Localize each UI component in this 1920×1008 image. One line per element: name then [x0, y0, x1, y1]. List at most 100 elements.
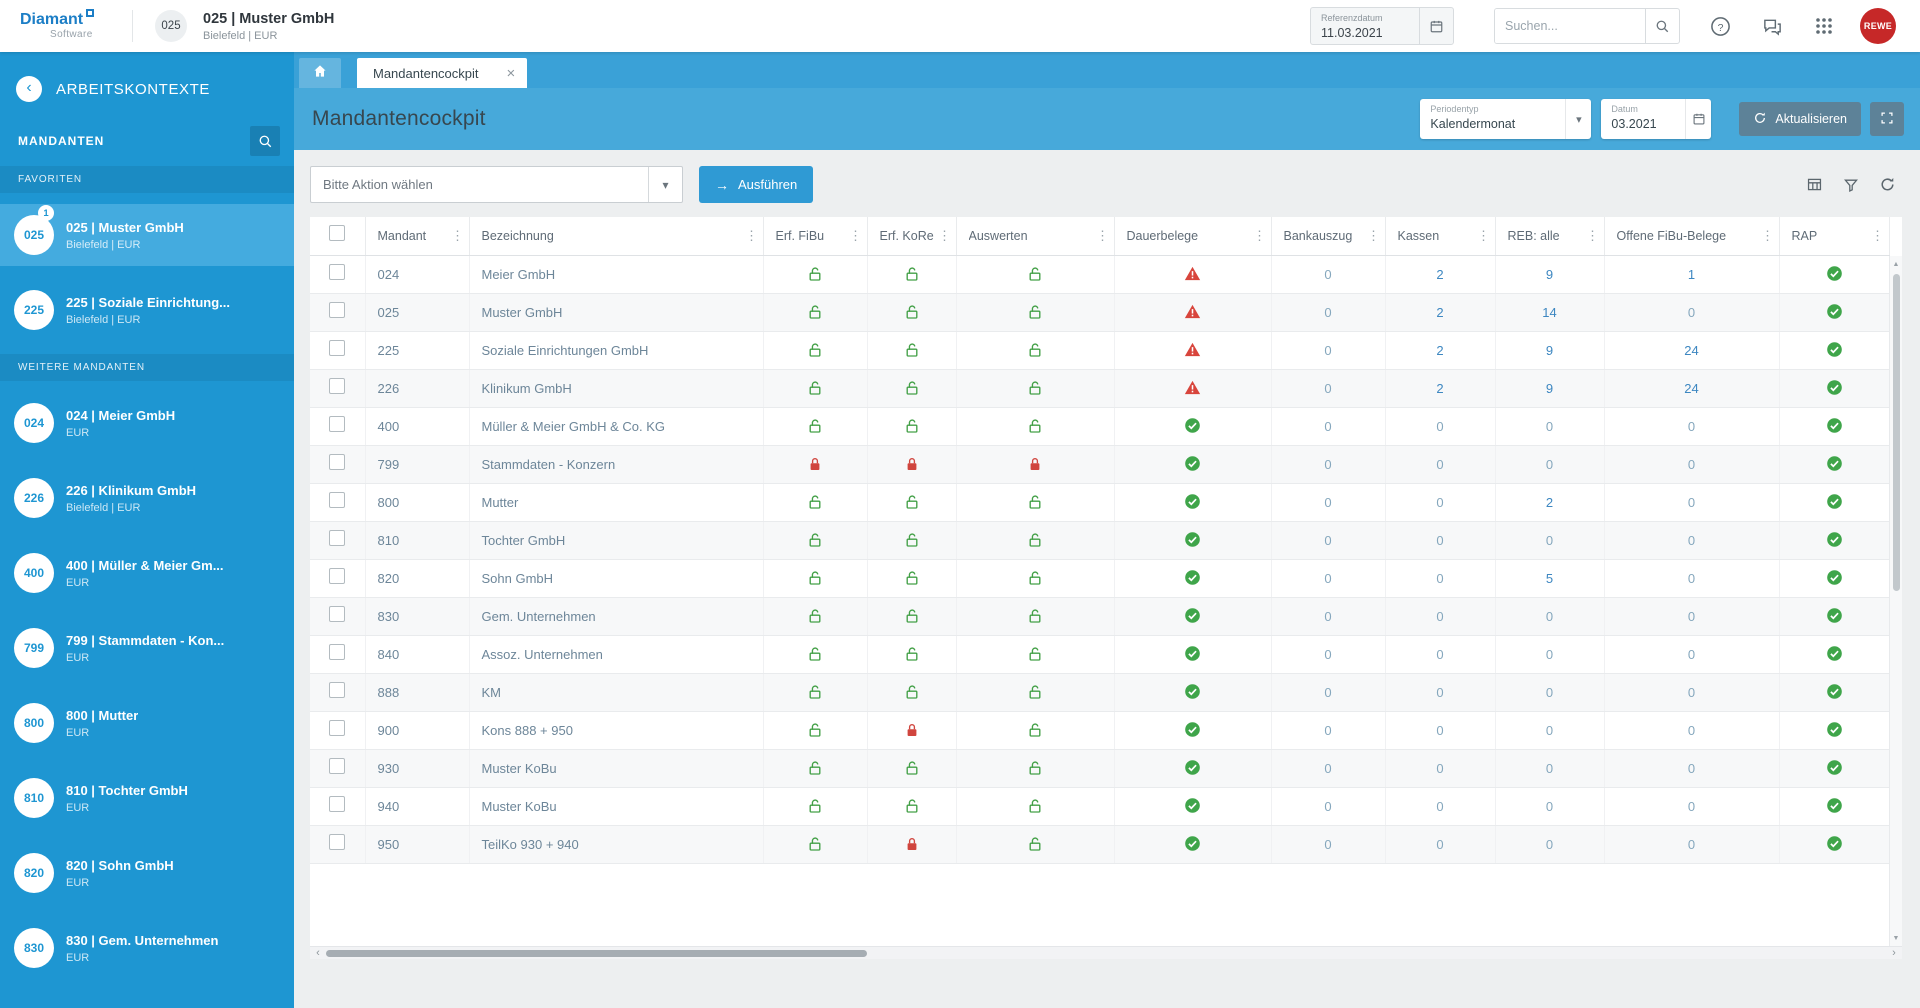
row-checkbox[interactable]: [329, 795, 346, 812]
sidebar-item-810[interactable]: 810 810 | Tochter GmbH EUR: [0, 767, 294, 829]
aktualisieren-button[interactable]: Aktualisieren: [1739, 102, 1861, 136]
cell-mandant[interactable]: 900: [365, 711, 470, 750]
column-header-mandant[interactable]: Mandant ⋮: [365, 217, 470, 256]
row-checkbox[interactable]: [329, 567, 346, 584]
row-checkbox[interactable]: [329, 719, 346, 736]
user-avatar[interactable]: REWE: [1860, 8, 1896, 44]
cell-mandant[interactable]: 820: [365, 559, 470, 598]
collapse-sidebar-button[interactable]: ‹: [16, 76, 42, 102]
cell-mandant[interactable]: 226: [365, 369, 470, 408]
table-row-830[interactable]: 830 Gem. Unternehmen 0 0 0 0: [310, 597, 1890, 636]
column-menu-icon[interactable]: ⋮: [1477, 228, 1491, 244]
sidebar-item-225[interactable]: 225 225 | Soziale Einrichtung... Bielefeld…: [0, 279, 294, 341]
cell-mandant[interactable]: 799: [365, 445, 470, 484]
cell-bezeichnung[interactable]: Kons 888 + 950: [469, 711, 764, 750]
filter-icon[interactable]: [1843, 177, 1859, 193]
table-row-800[interactable]: 800 Mutter 0 0 2 0: [310, 483, 1890, 522]
cell-mandant[interactable]: 830: [365, 597, 470, 636]
sidebar-item-830[interactable]: 830 830 | Gem. Unternehmen EUR: [0, 917, 294, 979]
calendar-icon[interactable]: [1419, 8, 1453, 44]
table-row-810[interactable]: 810 Tochter GmbH 0 0 0 0: [310, 521, 1890, 560]
cell-mandant[interactable]: 025: [365, 293, 470, 332]
row-checkbox[interactable]: [329, 757, 346, 774]
cell-bezeichnung[interactable]: Mutter: [469, 483, 764, 522]
table-row-400[interactable]: 400 Müller & Meier GmbH & Co. KG 0 0 0 0: [310, 407, 1890, 446]
column-header-reb_alle[interactable]: REB: alle ⋮: [1495, 217, 1605, 256]
cell-mandant[interactable]: 810: [365, 521, 470, 560]
column-menu-icon[interactable]: ⋮: [745, 228, 759, 244]
table-row-900[interactable]: 900 Kons 888 + 950 0 0 0 0: [310, 711, 1890, 750]
cell-mandant[interactable]: 930: [365, 749, 470, 788]
cell-mandant[interactable]: 950: [365, 825, 470, 864]
cell-bezeichnung[interactable]: Muster KoBu: [469, 749, 764, 788]
row-checkbox[interactable]: [329, 453, 346, 470]
sidebar-item-025[interactable]: 025 1 025 | Muster GmbH Bielefeld | EUR: [0, 204, 294, 266]
sidebar-item-799[interactable]: 799 799 | Stammdaten - Kon... EUR: [0, 617, 294, 679]
column-menu-icon[interactable]: ⋮: [1761, 228, 1775, 244]
column-menu-icon[interactable]: ⋮: [1586, 228, 1600, 244]
cell-bezeichnung[interactable]: Stammdaten - Konzern: [469, 445, 764, 484]
cell-mandant[interactable]: 800: [365, 483, 470, 522]
row-checkbox[interactable]: [329, 529, 346, 546]
sidebar-search-icon[interactable]: [250, 126, 280, 156]
select-all-checkbox[interactable]: [329, 225, 346, 242]
cell-bezeichnung[interactable]: Sohn GmbH: [469, 559, 764, 598]
column-menu-icon[interactable]: ⋮: [849, 228, 863, 244]
periodentyp-select[interactable]: Periodentyp Kalendermonat ▾: [1420, 99, 1592, 139]
client-badge[interactable]: 025: [155, 10, 187, 42]
vertical-scroll-thumb[interactable]: [1893, 274, 1900, 592]
column-menu-icon[interactable]: ⋮: [1253, 228, 1267, 244]
column-chooser-icon[interactable]: [1806, 176, 1823, 193]
cell-bezeichnung[interactable]: Gem. Unternehmen: [469, 597, 764, 636]
column-header-auswerten[interactable]: Auswerten ⋮: [956, 217, 1115, 256]
search-icon[interactable]: [1645, 9, 1679, 43]
row-checkbox[interactable]: [329, 833, 346, 850]
column-header-kassen[interactable]: Kassen ⋮: [1385, 217, 1496, 256]
row-checkbox[interactable]: [329, 643, 346, 660]
search-input[interactable]: [1495, 9, 1645, 43]
sidebar-item-400[interactable]: 400 400 | Müller & Meier Gm... EUR: [0, 542, 294, 604]
close-tab-icon[interactable]: ×: [507, 66, 516, 81]
cell-bezeichnung[interactable]: Tochter GmbH: [469, 521, 764, 560]
apps-grid-icon[interactable]: [1812, 14, 1836, 38]
column-menu-icon[interactable]: ⋮: [938, 228, 952, 244]
table-row-950[interactable]: 950 TeilKo 930 + 940 0 0 0 0: [310, 825, 1890, 864]
calendar-icon[interactable]: [1685, 99, 1711, 139]
fullscreen-button[interactable]: [1870, 102, 1904, 136]
row-checkbox[interactable]: [329, 681, 346, 698]
home-tab[interactable]: [299, 58, 341, 88]
referenzdatum-value[interactable]: 11.03.2021: [1321, 26, 1409, 40]
ausfuehren-button[interactable]: → Ausführen: [699, 166, 814, 203]
table-row-940[interactable]: 940 Muster KoBu 0 0 0 0: [310, 787, 1890, 826]
cell-bezeichnung[interactable]: Soziale Einrichtungen GmbH: [469, 331, 764, 370]
row-checkbox[interactable]: [329, 263, 346, 280]
row-checkbox[interactable]: [329, 339, 346, 356]
datum-field[interactable]: Datum 03.2021: [1601, 99, 1712, 139]
sidebar-item-024[interactable]: 024 024 | Meier GmbH EUR: [0, 392, 294, 454]
horizontal-scroll-thumb[interactable]: [326, 950, 868, 957]
vertical-scrollbar[interactable]: ▲ ▼: [1889, 256, 1902, 946]
horizontal-scrollbar[interactable]: ‹ ›: [310, 946, 1902, 959]
cell-bezeichnung[interactable]: TeilKo 930 + 940: [469, 825, 764, 864]
table-row-840[interactable]: 840 Assoz. Unternehmen 0 0 0 0: [310, 635, 1890, 674]
column-menu-icon[interactable]: ⋮: [1871, 228, 1885, 244]
column-header-rap[interactable]: RAP ⋮: [1779, 217, 1890, 256]
row-checkbox[interactable]: [329, 377, 346, 394]
scroll-left-icon[interactable]: ‹: [311, 947, 325, 959]
chevron-down-icon[interactable]: ▾: [648, 167, 682, 202]
feedback-icon[interactable]: [1760, 14, 1784, 38]
table-row-930[interactable]: 930 Muster KoBu 0 0 0 0: [310, 749, 1890, 788]
table-row-025[interactable]: 025 Muster GmbH 0 2 14 0: [310, 293, 1890, 332]
sidebar-item-800[interactable]: 800 800 | Mutter EUR: [0, 692, 294, 754]
row-checkbox[interactable]: [329, 605, 346, 622]
cell-mandant[interactable]: 940: [365, 787, 470, 826]
cell-bezeichnung[interactable]: Müller & Meier GmbH & Co. KG: [469, 407, 764, 446]
row-checkbox[interactable]: [329, 491, 346, 508]
cell-mandant[interactable]: 225: [365, 331, 470, 370]
table-row-024[interactable]: 024 Meier GmbH 0 2 9 1: [310, 255, 1890, 294]
cell-bezeichnung[interactable]: KM: [469, 673, 764, 712]
cell-bezeichnung[interactable]: Assoz. Unternehmen: [469, 635, 764, 674]
tab-mandantencockpit[interactable]: Mandantencockpit ×: [357, 58, 528, 88]
refresh-grid-icon[interactable]: [1879, 176, 1896, 193]
scroll-right-icon[interactable]: ›: [1887, 947, 1901, 959]
